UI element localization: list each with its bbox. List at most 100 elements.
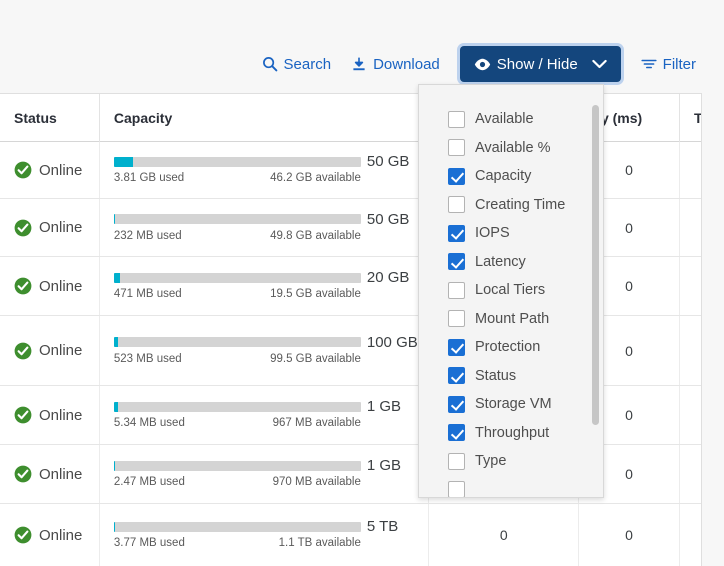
show-hide-option-label: Status — [475, 367, 517, 384]
column-header-capacity[interactable]: Capacity — [100, 93, 430, 142]
capacity-available: 49.8 GB available — [270, 229, 361, 242]
show-hide-option[interactable]: Mount Path — [419, 305, 603, 334]
cell-capacity: 20 GB 471 MB used 19.5 GB available — [100, 257, 430, 315]
show-hide-option-label: Throughput — [475, 424, 550, 441]
show-hide-option[interactable]: Protection — [419, 333, 603, 362]
column-header-status[interactable]: Status — [0, 93, 100, 142]
show-hide-option-label: Type — [475, 453, 507, 470]
show-hide-option[interactable]: Capacity — [419, 162, 603, 191]
capacity-used: 3.81 GB used — [113, 172, 185, 184]
checkbox-checked-icon[interactable] — [448, 338, 465, 356]
show-hide-option[interactable]: Creating Time — [419, 191, 603, 220]
status-online-icon — [14, 465, 32, 483]
capacity-available: 967 MB available — [272, 417, 361, 429]
capacity-available: 970 MB available — [272, 476, 361, 488]
column-header-throughput[interactable]: T — [680, 94, 701, 142]
dropdown-scrollbar-thumb[interactable] — [592, 105, 599, 425]
capacity-bar-fill — [113, 156, 133, 167]
capacity-available: 99.5 GB available — [270, 352, 361, 365]
show-hide-option-label: Capacity — [475, 168, 532, 185]
status-label: Online — [39, 406, 83, 424]
checkbox-unchecked-icon[interactable] — [448, 139, 465, 157]
show-hide-option-label: Local Tiers — [475, 282, 546, 299]
cell-throughput — [680, 386, 701, 444]
cell-capacity: 5 TB 3.77 MB used 1.1 TB available — [100, 504, 430, 566]
cell-status: Online — [0, 257, 100, 315]
show-hide-option[interactable] — [419, 476, 603, 497]
show-hide-option-label: Mount Path — [475, 310, 550, 327]
status-online-icon — [14, 342, 32, 360]
show-hide-option-list: Available Available % Capacity Creating Tim… — [419, 105, 603, 497]
checkbox-checked-icon[interactable] — [448, 167, 465, 185]
search-button[interactable]: Search — [252, 46, 342, 82]
capacity-total: 50 GB — [366, 210, 410, 228]
chevron-down-icon — [591, 59, 607, 69]
capacity-used: 471 MB used — [113, 288, 182, 300]
show-hide-option-label: Protection — [475, 339, 541, 356]
download-button-label: Download — [373, 55, 440, 73]
dropdown-scrollbar[interactable] — [592, 91, 599, 491]
cell-capacity: 1 GB 2.47 MB used 970 MB available — [100, 445, 430, 503]
search-button-label: Search — [283, 55, 332, 73]
status-label: Online — [39, 465, 83, 483]
download-button[interactable]: Download — [341, 46, 450, 82]
capacity-total: 100 GB — [366, 333, 418, 351]
checkbox-unchecked-icon[interactable] — [448, 452, 465, 470]
eye-icon — [474, 58, 491, 71]
checkbox-checked-icon[interactable] — [448, 424, 465, 442]
checkbox-unchecked-icon[interactable] — [448, 481, 465, 497]
show-hide-button[interactable]: Show / Hide — [459, 46, 621, 82]
status-label: Online — [39, 161, 83, 179]
checkbox-unchecked-icon[interactable] — [448, 196, 465, 214]
cell-status: Online — [0, 142, 100, 198]
cell-latency: 0 — [579, 504, 680, 566]
capacity-used: 2.47 MB used — [113, 476, 185, 488]
show-hide-option[interactable]: Available % — [419, 134, 603, 163]
checkbox-unchecked-icon[interactable] — [448, 310, 465, 328]
show-hide-button-label: Show / Hide — [496, 55, 578, 73]
cell-capacity: 100 GB 523 MB used 99.5 GB available — [100, 316, 430, 385]
checkbox-checked-icon[interactable] — [448, 367, 465, 385]
checkbox-unchecked-icon[interactable] — [448, 281, 465, 299]
capacity-available: 1.1 TB available — [278, 537, 361, 549]
table-row[interactable]: Online 5 TB 3.77 MB used 1.1 TB available 0 0 — [0, 504, 701, 566]
show-hide-option[interactable]: Throughput — [419, 419, 603, 448]
checkbox-unchecked-icon[interactable] — [448, 110, 465, 128]
status-online-icon — [14, 161, 32, 179]
show-hide-option[interactable]: Type — [419, 447, 603, 476]
show-hide-option[interactable]: Local Tiers — [419, 276, 603, 305]
checkbox-checked-icon[interactable] — [448, 253, 465, 271]
cell-status: Online — [0, 199, 100, 256]
show-hide-option[interactable]: IOPS — [419, 219, 603, 248]
checkbox-checked-icon[interactable] — [448, 224, 465, 242]
cell-capacity: 50 GB 232 MB used 49.8 GB available — [100, 199, 430, 256]
cell-status: Online — [0, 316, 100, 385]
cell-throughput — [680, 257, 701, 315]
show-hide-option-label: IOPS — [475, 225, 510, 242]
checkbox-checked-icon[interactable] — [448, 395, 465, 413]
cell-status: Online — [0, 445, 100, 503]
show-hide-option[interactable]: Storage VM — [419, 390, 603, 419]
capacity-bar-fill — [113, 401, 118, 412]
show-hide-option[interactable]: Latency — [419, 248, 603, 277]
status-label: Online — [39, 342, 83, 359]
capacity-bar — [113, 401, 361, 412]
capacity-total: 50 GB — [366, 153, 410, 170]
capacity-total: 1 GB — [366, 457, 402, 474]
filter-button-label: Filter — [662, 55, 696, 73]
show-hide-option-label: Available — [475, 111, 534, 128]
status-online-icon — [14, 277, 32, 295]
capacity-total: 1 GB — [366, 398, 402, 415]
capacity-bar — [113, 521, 361, 532]
capacity-used: 232 MB used — [113, 229, 182, 242]
capacity-bar — [113, 460, 361, 471]
cell-throughput — [680, 199, 701, 256]
capacity-available: 19.5 GB available — [270, 288, 361, 300]
search-icon — [262, 56, 278, 72]
capacity-bar — [113, 337, 361, 347]
filter-button[interactable]: Filter — [631, 46, 706, 82]
show-hide-option[interactable]: Status — [419, 362, 603, 391]
status-label: Online — [39, 526, 83, 544]
show-hide-dropdown[interactable]: Available Available % Capacity Creating Tim… — [418, 84, 604, 498]
show-hide-option[interactable]: Available — [419, 105, 603, 134]
